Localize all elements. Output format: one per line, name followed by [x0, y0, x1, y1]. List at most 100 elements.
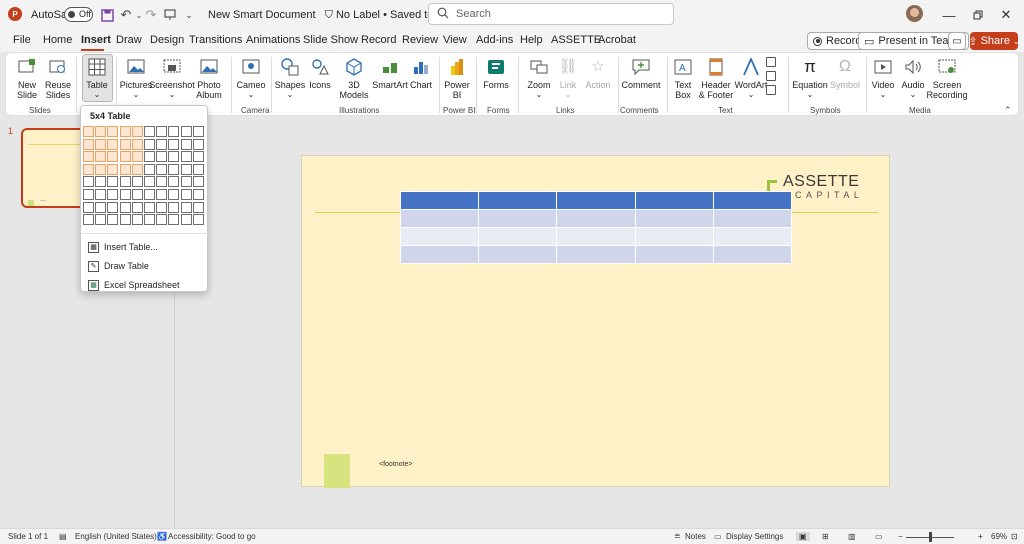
excel-spreadsheet-item[interactable]: ▦ Excel Spreadsheet	[88, 277, 180, 293]
table-grid-cell[interactable]	[180, 126, 192, 137]
table-grid-cell[interactable]	[180, 176, 192, 188]
tab-record[interactable]: Record	[361, 34, 396, 46]
table-grid-cell[interactable]	[131, 163, 143, 175]
table-grid-cell[interactable]	[83, 189, 94, 200]
table-grid-cell[interactable]	[95, 151, 107, 163]
table-grid-cell[interactable]	[144, 163, 155, 175]
table-grid-cell[interactable]	[168, 126, 180, 137]
table-grid-cell[interactable]	[144, 189, 155, 200]
table-grid-cell[interactable]	[119, 163, 131, 175]
tab-animations[interactable]: Animations	[246, 34, 300, 46]
language-status[interactable]: English (United States)	[75, 532, 157, 541]
table-grid-cell[interactable]	[156, 189, 168, 200]
table-grid-cell[interactable]	[156, 201, 168, 213]
table-cell[interactable]	[556, 209, 636, 228]
table-cell[interactable]	[634, 227, 714, 246]
table-grid-cell[interactable]	[131, 214, 143, 226]
table-row[interactable]	[399, 227, 793, 246]
table-grid-cell[interactable]	[144, 201, 155, 213]
table-grid-cell[interactable]	[119, 176, 131, 188]
insert-table-item[interactable]: ▦ Insert Table...	[88, 239, 158, 255]
table-grid-cell[interactable]	[119, 126, 131, 137]
table-cell[interactable]	[712, 227, 793, 246]
normal-view-icon[interactable]: ▣	[796, 532, 810, 541]
table-grid-cell[interactable]	[107, 126, 119, 137]
table-grid-cell[interactable]	[180, 151, 192, 163]
tab-view[interactable]: View	[443, 34, 467, 46]
table-grid-cell[interactable]	[131, 201, 143, 213]
comment-button[interactable]: Comment	[619, 53, 663, 103]
tab-assette[interactable]: ASSETTE	[551, 34, 601, 46]
table-grid-cell[interactable]	[119, 138, 131, 150]
zoom-level[interactable]: 69%	[991, 532, 1007, 541]
table-grid-cell[interactable]	[144, 214, 155, 226]
reading-view-icon[interactable]: ▥	[848, 532, 856, 541]
table-grid-cell[interactable]	[192, 163, 204, 175]
table-grid-cell[interactable]	[95, 126, 107, 137]
table-grid-cell[interactable]	[180, 189, 192, 200]
search-input[interactable]: Search	[428, 3, 674, 25]
table-grid-cell[interactable]	[119, 201, 131, 213]
table-cell[interactable]	[478, 245, 558, 264]
table-grid-cell[interactable]	[168, 138, 180, 150]
tab-transitions[interactable]: Transitions	[189, 34, 242, 46]
table-grid-cell[interactable]	[107, 138, 119, 150]
table-row[interactable]	[399, 245, 793, 264]
autosave-toggle[interactable]: Off	[64, 7, 93, 22]
table-cell[interactable]	[634, 209, 714, 228]
table-grid-cell[interactable]	[156, 176, 168, 188]
table-grid-cell[interactable]	[180, 163, 192, 175]
table-cell[interactable]	[556, 227, 636, 246]
tab-draw[interactable]: Draw	[116, 34, 142, 46]
slide-canvas[interactable]: ASSETTE CAPITAL <footnote>	[301, 155, 890, 488]
tab-insert[interactable]: Insert	[81, 34, 111, 46]
table-grid-cell[interactable]	[107, 176, 119, 188]
table-grid-cell[interactable]	[119, 189, 131, 200]
slide-sorter-icon[interactable]: ⊞	[822, 532, 829, 541]
table-grid-cell[interactable]	[107, 201, 119, 213]
table-grid-cell[interactable]	[107, 214, 119, 226]
table-grid-cell[interactable]	[107, 189, 119, 200]
table-grid-cell[interactable]	[95, 176, 107, 188]
table-cell[interactable]	[399, 245, 480, 264]
table-cell[interactable]	[712, 191, 793, 210]
table-grid-cell[interactable]	[192, 201, 204, 213]
accessibility-status[interactable]: Accessibility: Good to go	[168, 532, 256, 541]
tab-acrobat[interactable]: Acrobat	[598, 34, 636, 46]
date-time-icon[interactable]	[766, 57, 776, 67]
wordart-button[interactable]: WordArt ⌄	[734, 53, 768, 103]
table-grid-cell[interactable]	[156, 126, 168, 137]
table-grid-cell[interactable]	[83, 176, 94, 188]
table-grid-cell[interactable]	[180, 138, 192, 150]
table-cell[interactable]	[478, 191, 558, 210]
table-grid-cell[interactable]	[168, 163, 180, 175]
tab-file[interactable]: File	[13, 34, 31, 46]
video-button[interactable]: Video ⌄	[868, 53, 898, 103]
tab-home[interactable]: Home	[43, 34, 72, 46]
restore-icon[interactable]	[968, 5, 988, 25]
table-row[interactable]	[399, 191, 793, 210]
tab-help[interactable]: Help	[520, 34, 543, 46]
slide-table[interactable]	[399, 191, 793, 264]
shapes-button[interactable]: Shapes ⌄	[274, 53, 306, 103]
header-footer-button[interactable]: Header & Footer	[696, 53, 736, 103]
zoom-slider-knob[interactable]	[929, 532, 932, 542]
table-grid-cell[interactable]	[119, 214, 131, 226]
tab-add-ins[interactable]: Add-ins	[476, 34, 513, 46]
table-grid-cell[interactable]	[95, 214, 107, 226]
audio-button[interactable]: Audio ⌄	[898, 53, 928, 103]
table-grid-cell[interactable]	[131, 138, 143, 150]
table-grid-cell[interactable]	[107, 163, 119, 175]
table-grid-cell[interactable]	[95, 189, 107, 200]
table-cell[interactable]	[556, 191, 636, 210]
text-box-button[interactable]: A Text Box	[669, 53, 697, 103]
table-cell[interactable]	[399, 227, 480, 246]
action-button[interactable]: ☆ Action	[582, 53, 614, 103]
zoom-in-button[interactable]: +	[978, 532, 983, 541]
table-grid-cell[interactable]	[131, 151, 143, 163]
collapse-ribbon-icon[interactable]: ⌃	[1004, 105, 1012, 116]
table-grid-cell[interactable]	[144, 176, 155, 188]
slideshow-icon[interactable]: ▭	[875, 532, 883, 541]
comments-button[interactable]: ▭	[948, 32, 966, 50]
avatar[interactable]	[906, 5, 923, 22]
